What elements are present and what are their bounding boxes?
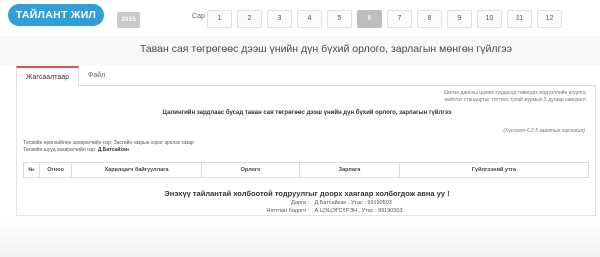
contact-accountant-value: А.ЦЭЦЭГСҮРЭН , Утас : 99190503 xyxy=(314,207,403,214)
direct-manager-name: Д.Батсайхан xyxy=(97,147,129,153)
appendix-note: (Хүснэгт-6.2.5 заавтын хэрэгжил) xyxy=(503,128,585,134)
month-button-7[interactable]: 7 xyxy=(387,10,412,28)
report-heading: Цалингийн зардлаас бусад таван сая төгрө… xyxy=(162,110,452,116)
general-manager-line: Төсвийн ерөнхийлөн захирагчийн нэр: Засг… xyxy=(23,140,194,146)
page-bottom-area xyxy=(0,222,600,257)
regulation-note-line-2: нийтлэг стандартыг тогтоох тухай журмын … xyxy=(444,97,587,103)
month-button-3[interactable]: 3 xyxy=(267,10,292,28)
contact-director-value: Д.Батсайхан , Утас : 99190503 xyxy=(314,200,392,206)
month-button-6[interactable]: 6 xyxy=(357,10,382,28)
contact-director: Дарга : Д.Батсайхан , Утас : 99190503 xyxy=(257,200,403,208)
page-title: Таван сая төгрөгөөс дээш үнийн дүн бүхий… xyxy=(0,40,600,58)
month-button-1[interactable]: 1 xyxy=(207,10,232,28)
month-button-2[interactable]: 2 xyxy=(237,10,262,28)
contact-list: Дарга : Д.Батсайхан , Утас : 99190503 Ня… xyxy=(257,200,403,215)
report-year-title: ТАЙЛАНТ ЖИЛ xyxy=(8,4,104,26)
col-expense: Зарлага xyxy=(300,163,400,177)
col-counterparty: Харилцагч байгууллага xyxy=(72,163,202,177)
month-button-12[interactable]: 12 xyxy=(537,10,562,28)
transactions-table-header: № Огноо Харилцагч байгууллага Орлого Зар… xyxy=(23,162,589,178)
month-button-5[interactable]: 5 xyxy=(327,10,352,28)
regulation-note-line-1: Шилэн дансны цахим хуудаснд тавигдах мэд… xyxy=(443,90,587,96)
direct-manager-line: Төсвийн шууд захирагчийн нэр: Д.Батсайха… xyxy=(23,147,194,154)
direct-manager-label: Төсвийн шууд захирагчийн нэр: xyxy=(23,147,97,153)
tab-content: Шилэн дансны цахим хуудаснд тавигдах мэд… xyxy=(16,86,596,216)
month-button-11[interactable]: 11 xyxy=(507,10,532,28)
year-selector[interactable]: 2015 xyxy=(117,12,140,28)
month-button-10[interactable]: 10 xyxy=(477,10,502,28)
regulation-note: Шилэн дансны цахим хуудаснд тавигдах мэд… xyxy=(387,90,587,104)
tab-list[interactable]: Жагсаалтаар xyxy=(16,66,80,87)
contact-accountant-label: Нягтлан бодогч : xyxy=(266,207,309,214)
tab-file[interactable]: Файл xyxy=(79,66,114,86)
month-button-8[interactable]: 8 xyxy=(417,10,442,28)
col-date: Огноо xyxy=(40,163,72,177)
contact-director-label: Дарга : xyxy=(291,200,309,206)
col-number: № xyxy=(24,163,40,177)
col-income: Орлого xyxy=(202,163,300,177)
top-bar: ТАЙЛАНТ ЖИЛ 2015 Сар : 1 2 3 4 5 6 7 8 9… xyxy=(0,0,600,36)
contact-accountant: Нягтлан бодогч : А.ЦЭЦЭГСҮРЭН , Утас : 9… xyxy=(257,208,403,216)
month-button-9[interactable]: 9 xyxy=(447,10,472,28)
month-selector: 1 2 3 4 5 6 7 8 9 10 11 12 xyxy=(207,10,562,28)
tab-bar: Жагсаалтаар Файл xyxy=(16,66,596,87)
col-transaction-purpose: Гүйлгээний утга xyxy=(471,167,517,173)
month-button-4[interactable]: 4 xyxy=(297,10,322,28)
contact-question: Энэхүү тайлантай холбоотой тодруулгыг до… xyxy=(164,189,450,198)
budget-meta: Төсвийн ерөнхийлөн захирагчийн нэр: Засг… xyxy=(23,140,194,154)
